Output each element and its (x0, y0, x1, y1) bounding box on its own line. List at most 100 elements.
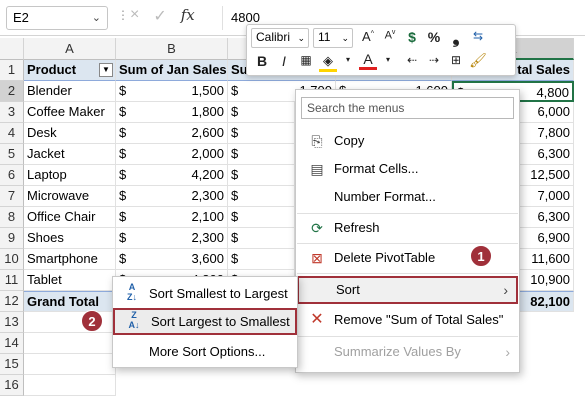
product-cell[interactable]: Tablet (24, 270, 116, 291)
select-all-corner[interactable] (0, 38, 24, 60)
product-cell[interactable]: Coffee Maker (24, 102, 116, 123)
empty-cell[interactable] (24, 333, 116, 354)
row-header[interactable]: 11 (0, 270, 24, 291)
merge-icon[interactable]: ⊞ (447, 53, 465, 67)
product-cell[interactable]: Desk (24, 123, 116, 144)
total-cell[interactable]: 7,000 (520, 186, 574, 207)
name-box-value: E2 (13, 10, 29, 25)
pivot-header-product[interactable]: Product ▼ (24, 60, 116, 81)
decrease-font-icon[interactable]: Av (381, 29, 399, 42)
row-header[interactable]: 7 (0, 186, 24, 207)
accounting-format-icon[interactable]: $ (403, 29, 421, 45)
percent-icon[interactable]: % (425, 29, 443, 45)
chevron-down-icon[interactable]: ▾ (379, 55, 397, 64)
borders-icon[interactable]: ▦ (297, 53, 315, 67)
font-size-select[interactable]: 11 ⌄ (313, 28, 353, 48)
drag-handle-icon[interactable]: ⋮ (117, 8, 129, 22)
product-cell[interactable]: Laptop (24, 165, 116, 186)
row-header[interactable]: 2 (0, 81, 24, 102)
product-cell[interactable]: Jacket (24, 144, 116, 165)
c-cell[interactable]: $ (228, 249, 295, 270)
format-painter-icon[interactable]: 🖌 (469, 52, 487, 69)
pivot-header-jan[interactable]: Sum of Jan Sales (116, 60, 228, 81)
cancel-icon[interactable]: × (130, 6, 139, 26)
row-header[interactable]: 3 (0, 102, 24, 123)
empty-cell[interactable] (24, 375, 116, 396)
sort-largest-to-smallest[interactable]: Z A↓ Sort Largest to Smallest (113, 308, 297, 335)
product-cell[interactable]: Smartphone (24, 249, 116, 270)
decrease-decimal-icon[interactable]: ⇠ (403, 53, 421, 67)
row-header[interactable]: 5 (0, 144, 24, 165)
row-header[interactable]: 16 (0, 375, 24, 396)
total-cell[interactable]: 10,900 (520, 270, 574, 291)
product-cell[interactable]: Office Chair (24, 207, 116, 228)
c-cell[interactable]: $ (228, 228, 295, 249)
jan-cell[interactable]: $2,000 (116, 144, 228, 165)
row-header[interactable]: 14 (0, 333, 24, 354)
jan-cell[interactable]: $1,800 (116, 102, 228, 123)
menu-item-remove-field[interactable]: ✕ Remove "Sum of Total Sales" (297, 306, 518, 334)
jan-cell[interactable]: $3,600 (116, 249, 228, 270)
menu-item-summarize-values[interactable]: Summarize Values By › (297, 338, 518, 366)
row-header[interactable]: 6 (0, 165, 24, 186)
menu-item-refresh[interactable]: ⟳ Refresh (297, 214, 518, 242)
row-header[interactable]: 10 (0, 249, 24, 270)
column-header-b[interactable]: B (116, 38, 228, 60)
row-header[interactable]: 15 (0, 354, 24, 375)
bold-button[interactable]: B (253, 53, 271, 69)
c-cell[interactable]: $ (228, 186, 295, 207)
italic-button[interactable]: I (275, 53, 293, 69)
total-cell[interactable]: 6,300 (520, 207, 574, 228)
c-cell[interactable]: $ (228, 123, 295, 144)
menu-item-format-cells[interactable]: ▤ Format Cells... (297, 155, 518, 183)
increase-font-icon[interactable]: A^ (359, 29, 377, 44)
name-box[interactable]: E2 ⌄ (6, 6, 108, 30)
row-header[interactable]: 8 (0, 207, 24, 228)
chevron-down-icon[interactable]: ⌄ (92, 11, 101, 24)
total-cell[interactable]: 6,900 (520, 228, 574, 249)
sort-smallest-to-largest[interactable]: A Z↓ Sort Smallest to Largest (113, 280, 297, 307)
menu-item-copy[interactable]: ⎘ Copy (297, 127, 518, 155)
chevron-down-icon[interactable]: ▾ (339, 55, 357, 64)
row-header[interactable]: 9 (0, 228, 24, 249)
total-cell[interactable]: 6,300 (520, 144, 574, 165)
column-header-a[interactable]: A (24, 38, 116, 60)
product-cell[interactable]: Blender (24, 81, 116, 102)
fill-color-icon[interactable]: ◈ (319, 53, 337, 72)
row-header[interactable]: 12 (0, 291, 24, 312)
insert-function-icon[interactable]: fx (181, 6, 195, 26)
wrap-text-icon[interactable]: ⇆ (469, 29, 487, 43)
c-cell[interactable]: $ (228, 144, 295, 165)
product-cell[interactable]: Shoes (24, 228, 116, 249)
jan-cell[interactable]: $2,300 (116, 228, 228, 249)
search-menus-input[interactable]: Search the menus (301, 97, 514, 119)
comma-style-icon[interactable]: ❟ (447, 27, 465, 48)
increase-decimal-icon[interactable]: ⇢ (425, 53, 443, 67)
row-header[interactable]: 4 (0, 123, 24, 144)
jan-cell[interactable]: $1,500 (116, 81, 228, 102)
product-cell[interactable]: Microwave (24, 186, 116, 207)
more-sort-options[interactable]: More Sort Options... (113, 338, 297, 365)
font-name-select[interactable]: Calibri ⌄ (251, 28, 309, 48)
jan-cell[interactable]: $2,600 (116, 123, 228, 144)
empty-cell[interactable] (24, 354, 116, 375)
total-cell[interactable]: 11,600 (520, 249, 574, 270)
c-cell[interactable]: $ (228, 207, 295, 228)
jan-cell[interactable]: $2,300 (116, 186, 228, 207)
c-cell[interactable]: $ (228, 165, 295, 186)
grand-total-label[interactable]: Grand Total (24, 291, 116, 312)
menu-item-sort[interactable]: Sort › (297, 276, 518, 304)
total-cell[interactable]: 6,000 (520, 102, 574, 123)
row-header[interactable]: 13 (0, 312, 24, 333)
enter-icon[interactable]: ✓ (153, 6, 166, 26)
c-cell[interactable]: $ (228, 102, 295, 123)
total-cell[interactable]: 12,500 (520, 165, 574, 186)
font-color-icon[interactable]: A (359, 51, 377, 70)
grand-total-value[interactable]: 82,100 (520, 291, 574, 312)
jan-cell[interactable]: $4,200 (116, 165, 228, 186)
total-cell[interactable]: 7,800 (520, 123, 574, 144)
row-header[interactable]: 1 (0, 60, 24, 81)
jan-cell[interactable]: $2,100 (116, 207, 228, 228)
filter-dropdown-icon[interactable]: ▼ (99, 63, 113, 77)
menu-item-number-format[interactable]: Number Format... (297, 183, 518, 211)
